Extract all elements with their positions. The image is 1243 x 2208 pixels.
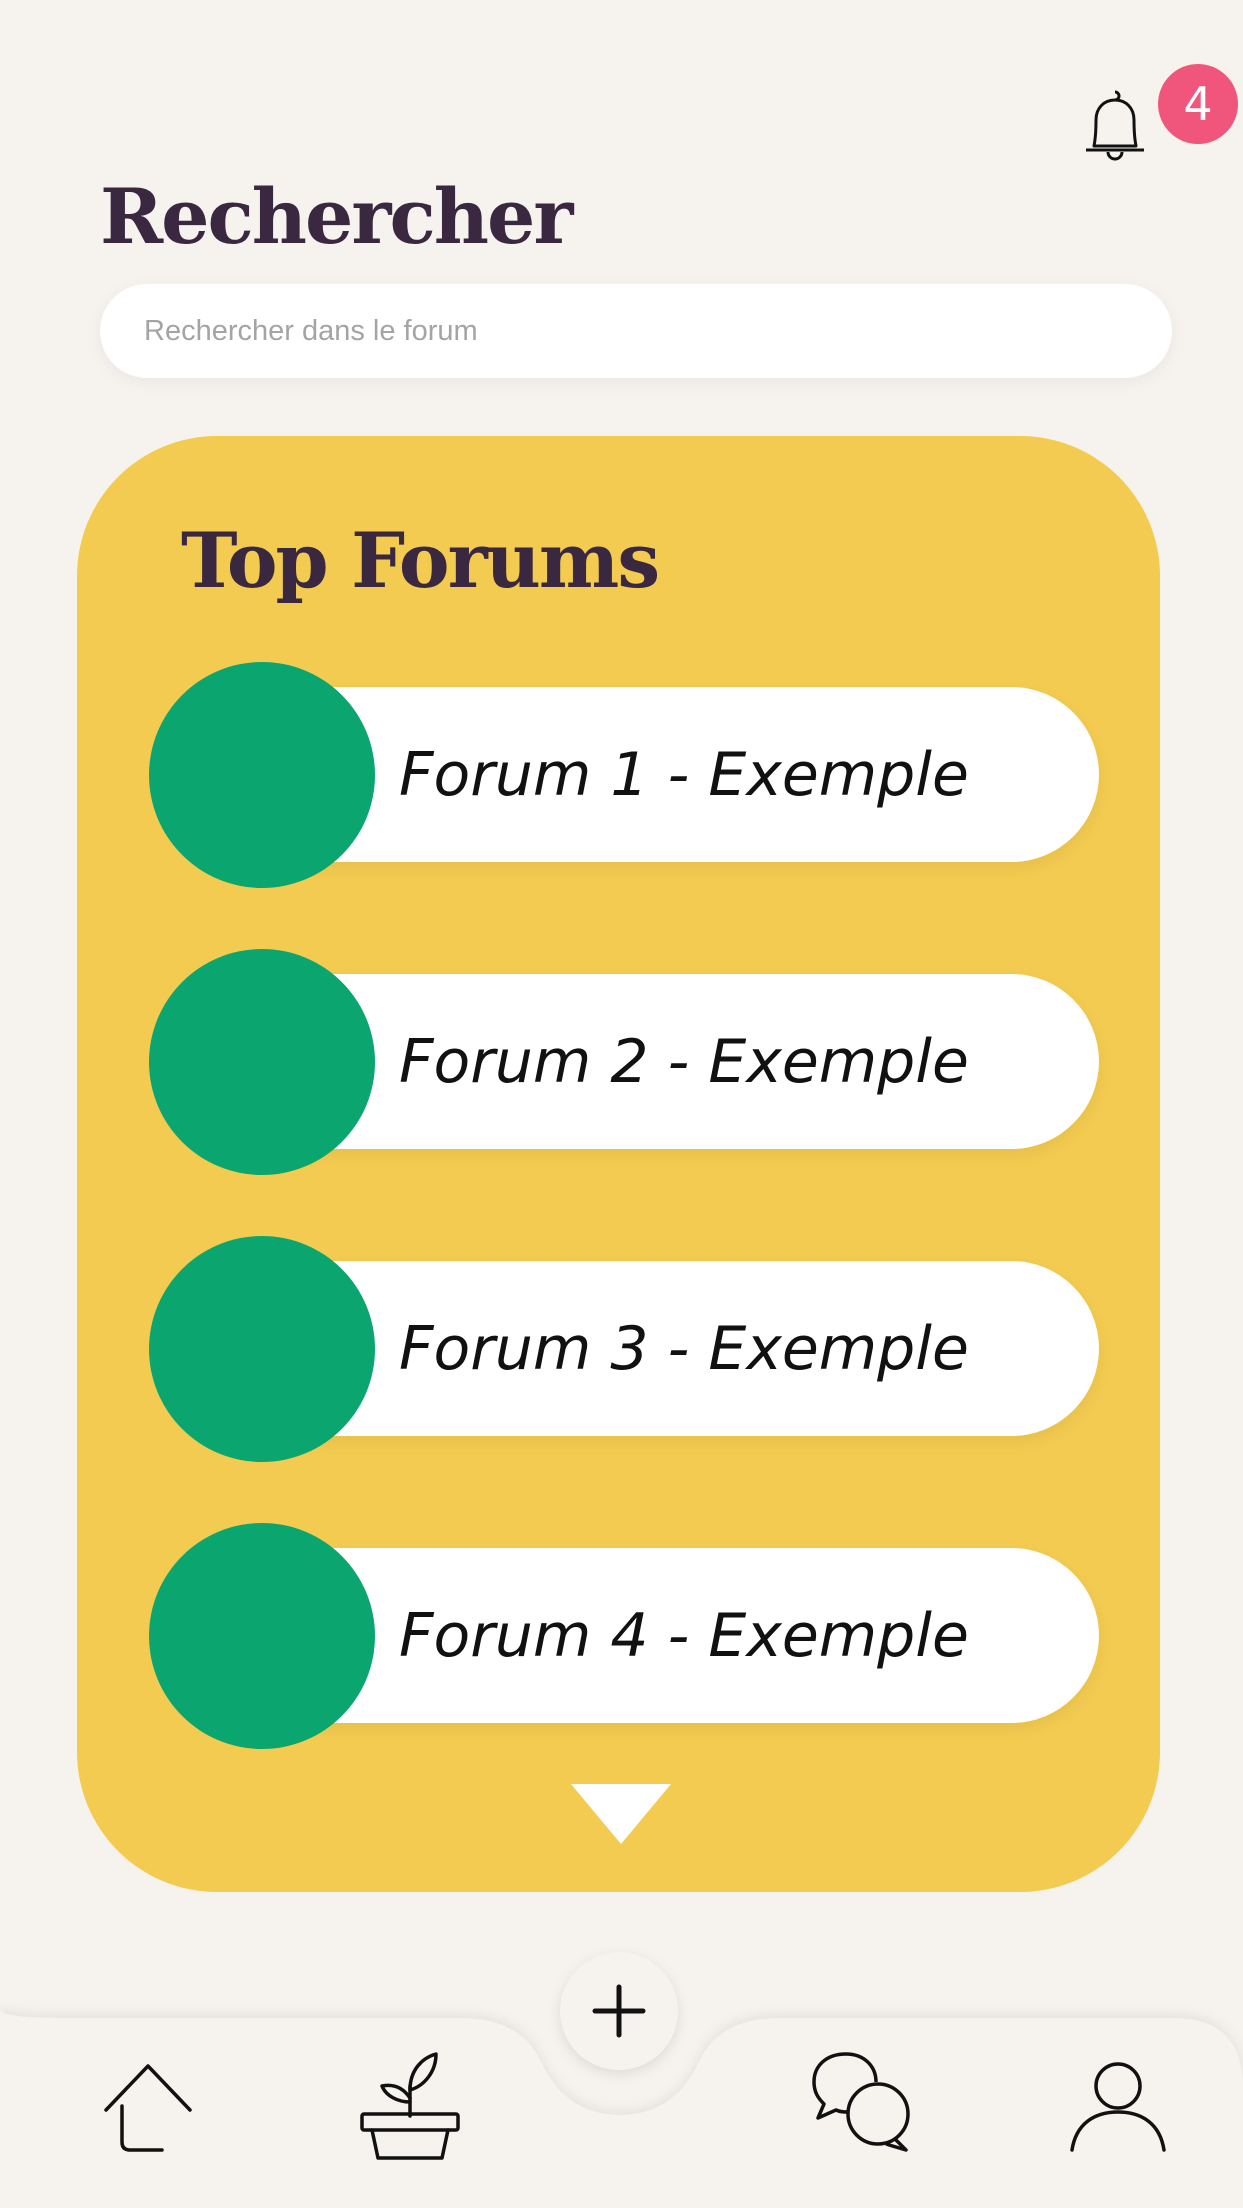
add-button[interactable] bbox=[560, 1952, 678, 2070]
scroll-down-icon[interactable] bbox=[571, 1784, 671, 1844]
forum-label: Forum 2 - Exemple bbox=[399, 1026, 969, 1097]
home-icon[interactable] bbox=[102, 2062, 194, 2157]
notification-badge[interactable]: 4 bbox=[1158, 64, 1238, 144]
forum-item-3[interactable]: Forum 3 - Exemple bbox=[149, 1236, 1099, 1462]
forum-search-screen: 4 Rechercher Top Forums Forum 1 - Exempl… bbox=[0, 0, 1243, 2208]
add-icon bbox=[592, 1984, 646, 2038]
search-input[interactable] bbox=[100, 284, 1172, 378]
forum-item-1[interactable]: Forum 1 - Exemple bbox=[149, 662, 1099, 888]
plant-pot-icon[interactable] bbox=[358, 2050, 462, 2167]
page-title: Rechercher bbox=[100, 172, 573, 261]
forum-avatar bbox=[149, 1523, 375, 1749]
forum-avatar bbox=[149, 1236, 375, 1462]
bell-icon[interactable] bbox=[1080, 86, 1150, 166]
top-forums-card: Top Forums Forum 1 - Exemple Forum 2 - E… bbox=[77, 436, 1160, 1892]
forum-label: Forum 1 - Exemple bbox=[399, 739, 969, 810]
forum-item-2[interactable]: Forum 2 - Exemple bbox=[149, 949, 1099, 1175]
forum-avatar bbox=[149, 949, 375, 1175]
forum-avatar bbox=[149, 662, 375, 888]
forum-item-4[interactable]: Forum 4 - Exemple bbox=[149, 1523, 1099, 1749]
user-icon[interactable] bbox=[1068, 2060, 1168, 2157]
top-forums-title: Top Forums bbox=[181, 516, 660, 605]
forum-label: Forum 4 - Exemple bbox=[399, 1600, 969, 1671]
forum-label: Forum 3 - Exemple bbox=[399, 1313, 969, 1384]
chat-bubbles-icon[interactable] bbox=[810, 2050, 916, 2159]
